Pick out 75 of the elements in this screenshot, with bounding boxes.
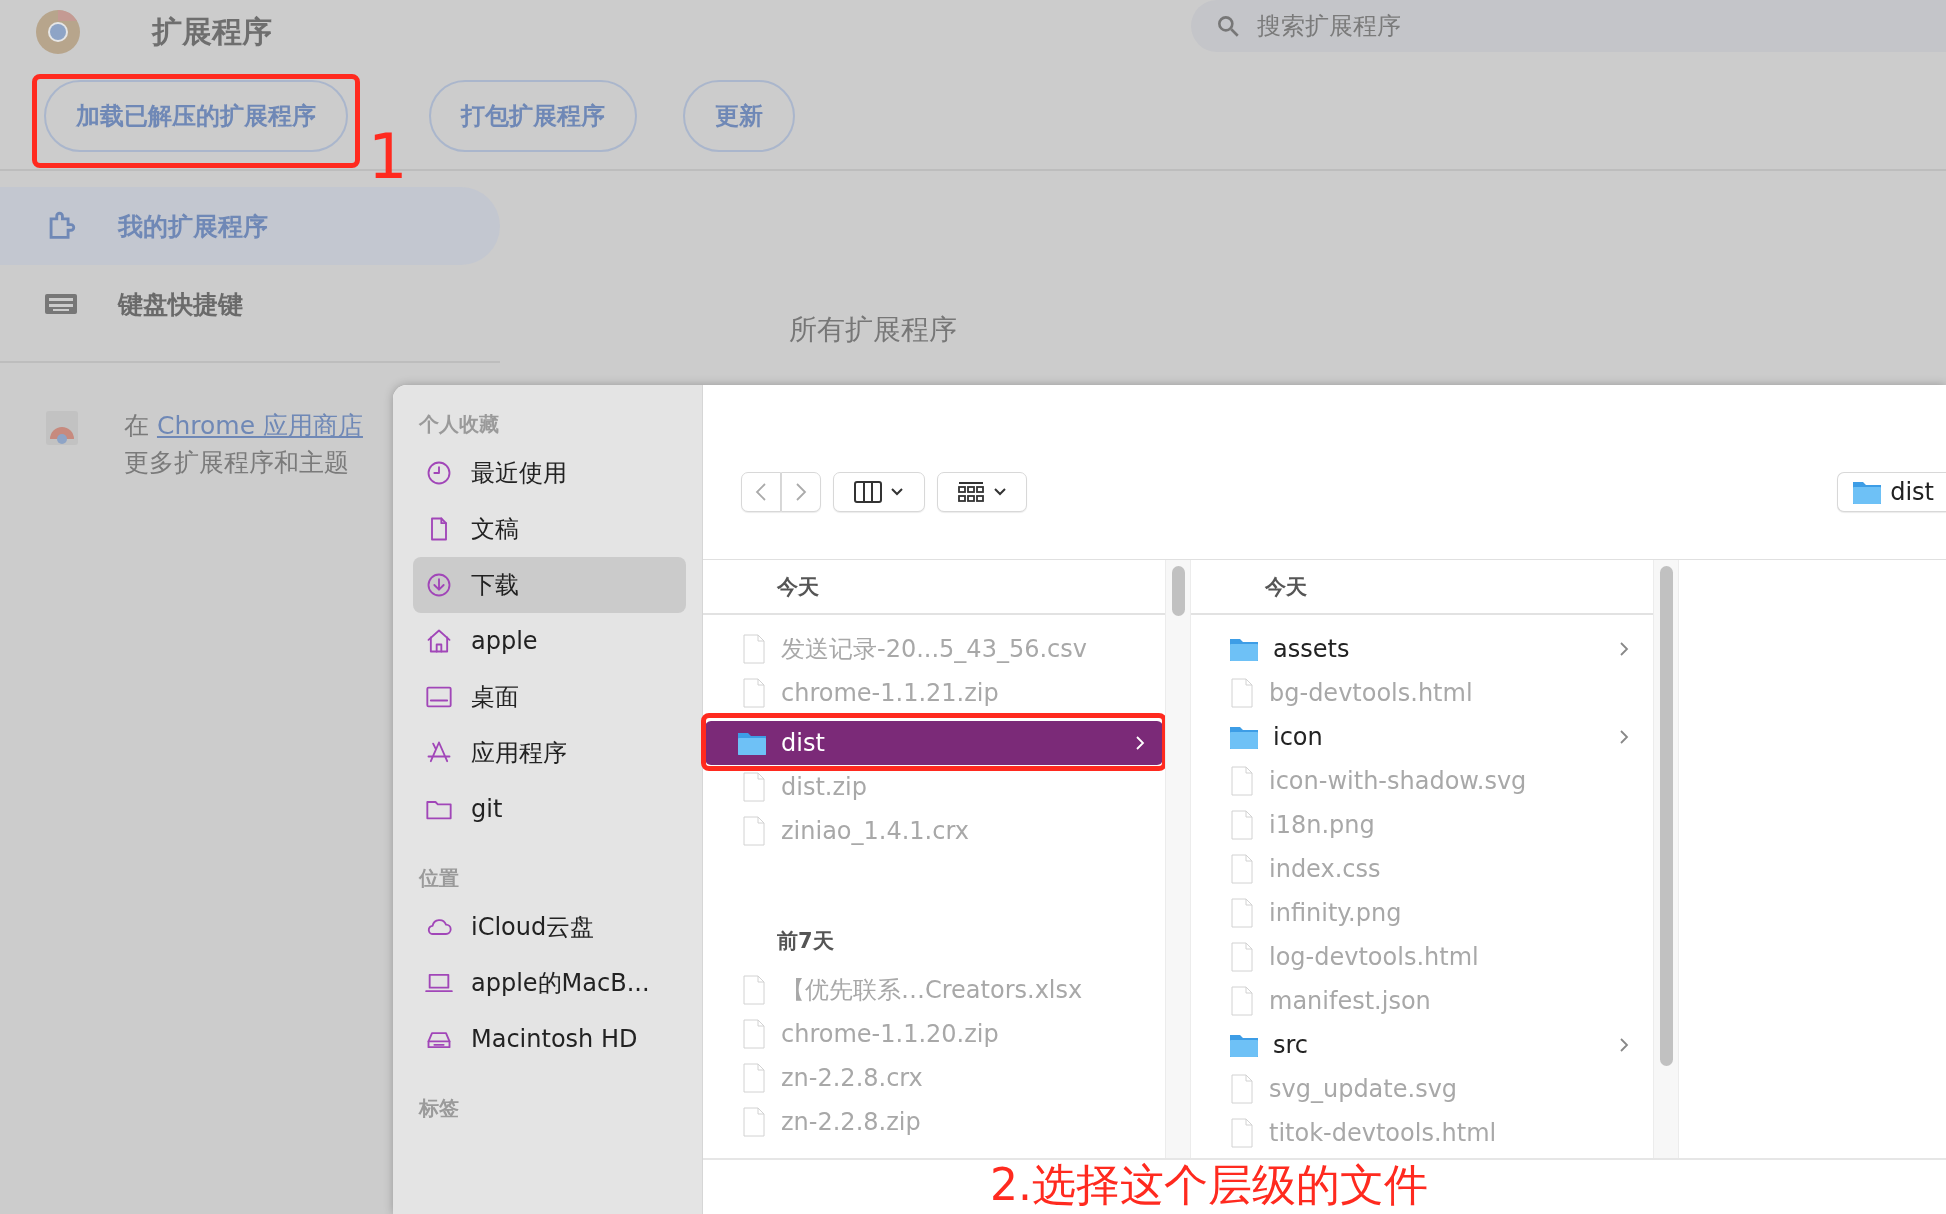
file-row[interactable]: icon — [1197, 715, 1647, 759]
scrollbar[interactable] — [1653, 560, 1679, 1158]
chevron-icon — [1135, 735, 1145, 751]
folder-icon — [1229, 1032, 1259, 1058]
columns-icon — [854, 481, 882, 503]
file-icon — [1229, 1118, 1255, 1148]
chevron-icon — [1619, 641, 1629, 657]
file-icon — [741, 678, 767, 708]
back-icon — [755, 482, 767, 502]
forward-button[interactable] — [781, 472, 821, 512]
store-promo-text: 在 Chrome 应用商店 更多扩展程序和主题 — [124, 410, 363, 479]
sidebar-item[interactable]: iCloud云盘 — [413, 899, 686, 955]
caret-icon — [993, 487, 1007, 497]
toolbar-button[interactable]: 更新 — [683, 80, 796, 152]
sidebar-item[interactable]: 文稿 — [413, 501, 686, 557]
keyboard-icon — [44, 292, 78, 316]
sidebar-item[interactable]: Macintosh HD — [413, 1011, 686, 1067]
toolbar-button[interactable]: 加载已解压的扩展程序 — [44, 80, 348, 152]
section-heading: 位置 — [419, 864, 460, 892]
search-icon — [1215, 13, 1241, 39]
file-icon — [741, 816, 767, 846]
file-icon — [1229, 854, 1255, 884]
path-button[interactable]: dist — [1837, 472, 1946, 512]
group-heading: 前7天 — [776, 927, 835, 955]
section-heading: 标签 — [419, 1094, 460, 1122]
web-store-link[interactable]: Chrome 应用商店 — [156, 411, 363, 440]
download-icon — [425, 571, 453, 599]
sidebar-item[interactable]: git — [413, 781, 686, 837]
scrollbar[interactable] — [1165, 560, 1191, 1158]
chevron-icon — [1619, 729, 1629, 745]
file-row[interactable]: src — [1197, 1023, 1647, 1067]
sidebar-item[interactable]: 键盘快捷键 — [0, 265, 500, 343]
chevron-icon — [1619, 1037, 1629, 1053]
group-button[interactable] — [937, 472, 1027, 512]
sidebar-item[interactable]: apple — [413, 613, 686, 669]
file-icon — [1229, 766, 1255, 796]
sidebar-item[interactable]: apple的MacB... — [413, 955, 686, 1011]
step-label: 1 — [368, 126, 408, 188]
file-icon — [1229, 1074, 1255, 1104]
sidebar-item[interactable]: 应用程序 — [413, 725, 686, 781]
file-icon — [1229, 678, 1255, 708]
sidebar-item[interactable]: 下载 — [413, 557, 686, 613]
step-annotation: 2.选择这个层级的文件 — [990, 1163, 1428, 1207]
file-icon — [741, 772, 767, 802]
file-icon — [741, 1107, 767, 1137]
file-icon — [741, 634, 767, 664]
home-icon — [425, 627, 453, 655]
sidebar-item[interactable]: 我的扩展程序 — [0, 187, 500, 265]
chrome-logo — [34, 8, 82, 56]
caret-icon — [890, 487, 904, 497]
folder-icon — [1229, 724, 1259, 750]
file-icon — [741, 975, 767, 1005]
file-icon — [741, 1063, 767, 1093]
grid-icon — [957, 480, 985, 504]
toolbar-button[interactable]: 打包扩展程序 — [429, 80, 638, 152]
file-row[interactable]: dist — [705, 721, 1163, 765]
file-icon — [1229, 898, 1255, 928]
file-icon — [1229, 986, 1255, 1016]
page-title: 扩展程序 — [152, 12, 272, 51]
folder-icon — [1852, 479, 1883, 505]
clock-icon — [425, 459, 453, 487]
folder-icon — [1229, 636, 1259, 662]
back-button[interactable] — [741, 472, 781, 512]
sidebar-item[interactable]: 桌面 — [413, 669, 686, 725]
forward-icon — [795, 482, 807, 502]
search-field[interactable]: 搜索扩展程序 — [1191, 0, 1946, 52]
section-heading: 个人收藏 — [419, 410, 500, 438]
view-mode-button[interactable] — [833, 472, 925, 512]
file-icon — [1229, 942, 1255, 972]
sidebar-item[interactable]: 最近使用 — [413, 445, 686, 501]
section-title: 所有扩展程序 — [789, 313, 957, 346]
file-icon — [741, 1019, 767, 1049]
file-icon — [1229, 810, 1255, 840]
file-row[interactable]: assets — [1197, 627, 1647, 671]
folder-icon — [737, 730, 767, 756]
